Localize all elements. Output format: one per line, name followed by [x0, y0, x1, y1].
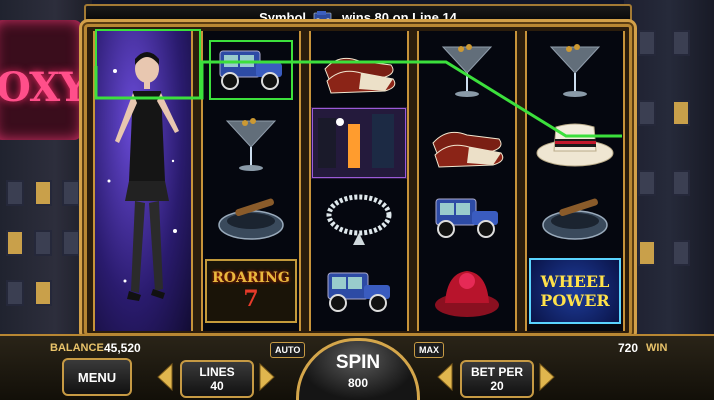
reel-3 [309, 31, 409, 331]
two-tone-shoes-icon [324, 57, 396, 94]
building-window [638, 100, 656, 126]
night-street-icon [312, 108, 406, 178]
cigar-ashtray-symbol [527, 181, 623, 253]
max-label: MAX [419, 345, 439, 355]
total-bet-value: 800 [347, 375, 369, 390]
building-window [6, 180, 24, 206]
building-window [672, 240, 690, 266]
balance-value: 45,520 [104, 341, 141, 355]
bet-decrease-arrow-icon[interactable] [434, 362, 456, 392]
two-tone-shoes-symbol [419, 107, 515, 179]
vintage-car-icon [327, 272, 390, 312]
reel-4 [417, 31, 517, 331]
bet-per-label: BET PER [470, 365, 523, 379]
left-building: OXY'S [0, 0, 127, 340]
two-tone-shoes-symbol [311, 33, 407, 105]
bet-increase-arrow-icon[interactable] [536, 362, 558, 392]
building-window [62, 230, 80, 256]
win-message-prefix: Symbol [259, 9, 307, 25]
right-building [624, 0, 714, 340]
night-street-symbol [311, 107, 407, 179]
vintage-car-symbol [203, 33, 299, 105]
lines-increase-arrow-icon[interactable] [256, 362, 278, 392]
vintage-car-icon [435, 198, 498, 238]
roaring-7-badge: ROARING 7 [205, 259, 297, 323]
pearl-necklace-symbol [311, 181, 407, 253]
bet-per-line-selector[interactable]: BET PER 20 [460, 360, 534, 398]
max-button[interactable]: MAX [414, 342, 444, 358]
reel-2: ROARING 7 [201, 31, 301, 331]
martini-glass-symbol [419, 33, 515, 105]
building-window [6, 280, 24, 306]
win-message-suffix: wins 80 on Line 14 [342, 9, 457, 25]
cigar-ashtray-symbol [203, 181, 299, 253]
building-window [6, 230, 24, 256]
building-window [62, 180, 80, 206]
two-tone-shoes-icon [432, 131, 504, 168]
martini-glass-symbol [527, 33, 623, 105]
spin-label: SPIN [335, 351, 381, 373]
cigar-ashtray-icon [218, 198, 284, 240]
roaring-7-symbol: ROARING 7 [203, 255, 299, 327]
straw-boater-hat-symbol [527, 107, 623, 179]
vintage-car-icon [209, 40, 293, 100]
cigar-ashtray-icon [542, 198, 608, 240]
neon-sign: OXY'S [0, 20, 127, 140]
lines-decrease-arrow-icon[interactable] [154, 362, 176, 392]
vintage-car-symbol [311, 255, 407, 327]
building-window [638, 240, 656, 266]
roaring-text: ROARING [212, 270, 290, 286]
wheel-power-symbol: WHEEL POWER [527, 255, 623, 327]
building-window [34, 180, 52, 206]
vintage-car-icon [313, 11, 332, 24]
reel-5: WHEEL POWER [525, 31, 625, 331]
building-window [672, 30, 690, 56]
wheel-power-badge: WHEEL POWER [529, 258, 621, 324]
menu-label: MENU [77, 369, 117, 385]
pearl-necklace-icon [326, 194, 392, 245]
straw-hat-icon [536, 123, 614, 167]
lines-selector[interactable]: LINES 40 [180, 360, 254, 398]
lines-value: 40 [210, 379, 224, 393]
flapper-girl-icon [107, 52, 179, 301]
balance-label: BALANCE [50, 342, 104, 354]
seven-text: 7 [243, 286, 259, 312]
menu-button[interactable]: MENU [62, 358, 132, 396]
building-window [34, 230, 52, 256]
win-value: 720 [618, 341, 639, 355]
building-window [638, 170, 656, 196]
reels-frame: ROARING 7 WHEEL POWER [84, 24, 632, 336]
building-window [34, 280, 52, 306]
building-window [672, 100, 690, 126]
reel-1 [93, 31, 193, 331]
building-window [638, 30, 656, 56]
wheel-text: WHEEL [540, 272, 610, 291]
flapper-wild-symbol [95, 31, 191, 331]
martini-glass-icon [549, 44, 601, 97]
win-label: WIN [646, 342, 668, 354]
red-hat-symbol [419, 255, 515, 327]
building-window [672, 170, 690, 196]
auto-label: AUTO [275, 345, 301, 355]
red-hat-icon [435, 271, 499, 317]
power-text: POWER [540, 291, 610, 310]
martini-glass-symbol [203, 107, 299, 179]
vintage-car-symbol [419, 181, 515, 253]
auto-button[interactable]: AUTO [270, 342, 306, 358]
bet-per-value: 20 [490, 379, 504, 393]
martini-glass-icon [225, 118, 277, 171]
martini-glass-icon [441, 44, 493, 97]
lines-label: LINES [199, 365, 235, 379]
